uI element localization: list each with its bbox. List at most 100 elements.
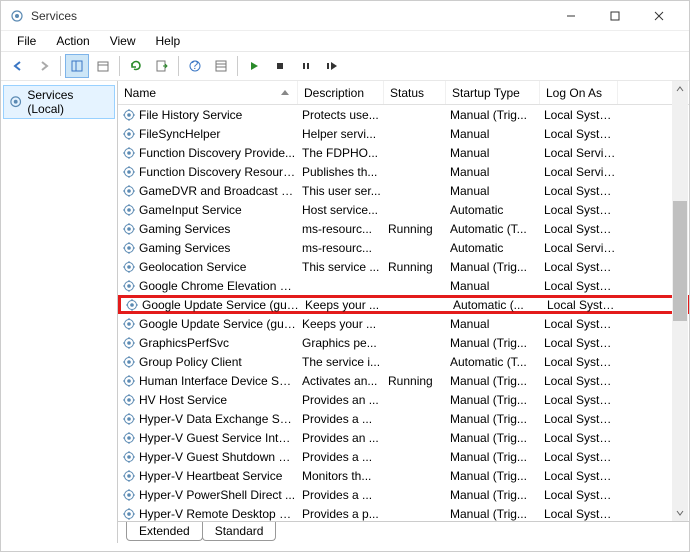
service-startup: Automatic (... [453, 298, 547, 312]
service-row[interactable]: Hyper-V Remote Desktop Vi...Provides a p… [118, 504, 689, 521]
view-mode-button[interactable] [209, 54, 233, 78]
service-row[interactable]: GameInput ServiceHost service... Automati… [118, 200, 689, 219]
service-description: This service ... [302, 260, 388, 274]
service-startup: Manual (Trig... [450, 108, 544, 122]
back-button[interactable] [6, 54, 30, 78]
scroll-down-arrow[interactable] [672, 505, 688, 521]
service-status: Running [388, 374, 450, 388]
service-row[interactable]: GameDVR and Broadcast Us...This user ser… [118, 181, 689, 200]
service-row[interactable]: Google Update Service (gup...Keeps your … [118, 295, 689, 314]
pause-service-button[interactable] [294, 54, 318, 78]
menu-bar: File Action View Help [1, 31, 689, 51]
service-description: Provides a ... [302, 488, 388, 502]
service-startup: Automatic [450, 203, 544, 217]
scroll-up-arrow[interactable] [672, 81, 688, 97]
service-name: Hyper-V Guest Shutdown S... [139, 450, 302, 464]
service-row[interactable]: Gaming Servicesms-resourc...RunningAutom… [118, 219, 689, 238]
forward-button[interactable] [32, 54, 56, 78]
vertical-scrollbar[interactable] [672, 81, 688, 521]
service-row[interactable]: FileSyncHelperHelper servi...ManualLocal… [118, 124, 689, 143]
close-button[interactable] [637, 2, 681, 30]
service-row[interactable]: Human Interface Device Ser...Activates a… [118, 371, 689, 390]
service-gear-icon [122, 507, 136, 521]
service-row[interactable]: Hyper-V Data Exchange Ser...Provides a .… [118, 409, 689, 428]
service-row[interactable]: Hyper-V PowerShell Direct ...Provides a … [118, 485, 689, 504]
service-logon: Local Syste... [544, 507, 622, 521]
service-row[interactable]: Function Discovery Provide...The FDPHO..… [118, 143, 689, 162]
service-logon: Local Syste... [547, 298, 625, 312]
service-gear-icon [122, 488, 136, 502]
service-logon: Local Syste... [544, 431, 622, 445]
service-row[interactable]: Function Discovery Resourc...Publishes t… [118, 162, 689, 181]
service-description: The FDPHO... [302, 146, 388, 160]
properties-button[interactable] [91, 54, 115, 78]
service-logon: Local Syste... [544, 127, 622, 141]
stop-service-button[interactable] [268, 54, 292, 78]
service-name: Google Update Service (gup... [142, 298, 305, 312]
service-description: This user ser... [302, 184, 388, 198]
service-startup: Manual (Trig... [450, 336, 544, 350]
service-description: The service i... [302, 355, 388, 369]
service-gear-icon [122, 412, 136, 426]
service-row[interactable]: Geolocation ServiceThis service ...Runni… [118, 257, 689, 276]
column-description[interactable]: Description [298, 81, 384, 104]
service-description: Provides a p... [302, 507, 388, 521]
menu-file[interactable]: File [7, 32, 46, 50]
service-name: GameInput Service [139, 203, 302, 217]
tab-extended[interactable]: Extended [126, 522, 203, 541]
service-description: Keeps your ... [305, 298, 391, 312]
restart-service-button[interactable] [320, 54, 344, 78]
start-service-button[interactable] [242, 54, 266, 78]
service-row[interactable]: Google Chrome Elevation S...ManualLocal … [118, 276, 689, 295]
help-button[interactable]: ? [183, 54, 207, 78]
service-startup: Manual [450, 317, 544, 331]
column-startup[interactable]: Startup Type [446, 81, 540, 104]
service-row[interactable]: Hyper-V Heartbeat ServiceMonitors th...M… [118, 466, 689, 485]
tree-pane: Services (Local) [1, 81, 118, 543]
column-name[interactable]: Name [118, 81, 298, 104]
service-row[interactable]: File History ServiceProtects use...Manua… [118, 105, 689, 124]
service-row[interactable]: HV Host ServiceProvides an ...Manual (Tr… [118, 390, 689, 409]
menu-help[interactable]: Help [146, 32, 191, 50]
service-row[interactable]: Google Update Service (gup...Keeps your … [118, 314, 689, 333]
service-gear-icon [122, 469, 136, 483]
tab-standard[interactable]: Standard [202, 522, 277, 541]
service-name: File History Service [139, 108, 302, 122]
service-name: GraphicsPerfSvc [139, 336, 302, 350]
service-logon: Local Service [544, 165, 622, 179]
tabs: Extended Standard [118, 521, 689, 543]
show-hide-tree-button[interactable] [65, 54, 89, 78]
service-description: Monitors th... [302, 469, 388, 483]
services-tree-icon [8, 94, 23, 110]
tree-root-services-local[interactable]: Services (Local) [3, 85, 115, 119]
service-logon: Local Syste... [544, 488, 622, 502]
service-gear-icon [122, 165, 136, 179]
service-description: Graphics pe... [302, 336, 388, 350]
service-row[interactable]: Group Policy ClientThe service i...Autom… [118, 352, 689, 371]
scroll-thumb[interactable] [673, 201, 687, 321]
column-status[interactable]: Status [384, 81, 446, 104]
menu-view[interactable]: View [100, 32, 146, 50]
column-logon[interactable]: Log On As [540, 81, 618, 104]
service-description: Host service... [302, 203, 388, 217]
service-gear-icon [122, 127, 136, 141]
service-row[interactable]: Hyper-V Guest Service Inter...Provides a… [118, 428, 689, 447]
service-row[interactable]: Hyper-V Guest Shutdown S...Provides a ..… [118, 447, 689, 466]
service-logon: Local Syste... [544, 412, 622, 426]
minimize-button[interactable] [549, 2, 593, 30]
refresh-button[interactable] [124, 54, 148, 78]
service-gear-icon [122, 431, 136, 445]
service-name: Function Discovery Provide... [139, 146, 302, 160]
svg-text:?: ? [192, 59, 199, 72]
service-startup: Manual (Trig... [450, 412, 544, 426]
maximize-button[interactable] [593, 2, 637, 30]
service-startup: Manual [450, 165, 544, 179]
service-name: Hyper-V PowerShell Direct ... [139, 488, 302, 502]
service-description: Keeps your ... [302, 317, 388, 331]
service-row[interactable]: GraphicsPerfSvcGraphics pe... Manual (Tri… [118, 333, 689, 352]
service-row[interactable]: Gaming Servicesms-resourc...AutomaticLoc… [118, 238, 689, 257]
export-button[interactable] [150, 54, 174, 78]
menu-action[interactable]: Action [46, 32, 99, 50]
service-logon: Local Service [544, 146, 622, 160]
content-area: Services (Local) Name Description Status… [1, 81, 689, 543]
